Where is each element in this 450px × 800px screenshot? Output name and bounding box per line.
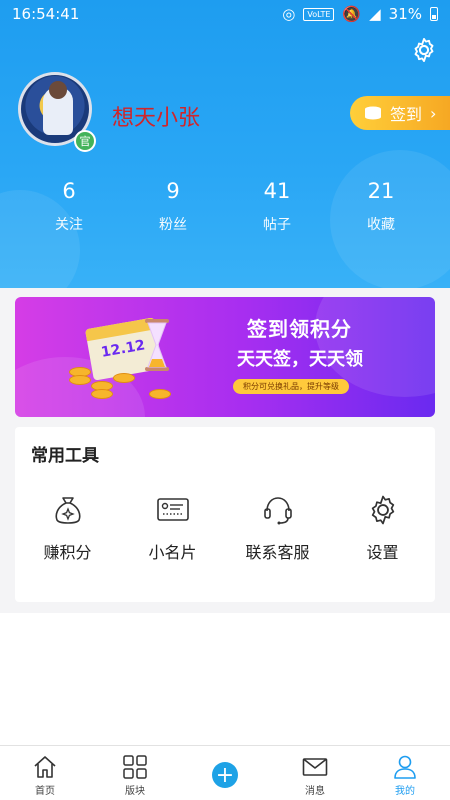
signal-icon: ◢ xyxy=(369,5,381,23)
grid-icon xyxy=(123,755,147,779)
stat-fans[interactable]: 9 粉丝 xyxy=(121,178,225,234)
checkin-button[interactable]: 签到 › xyxy=(350,96,450,130)
status-time: 16:54:41 xyxy=(12,5,80,23)
tool-business-card[interactable]: 小名片 xyxy=(120,493,225,563)
stat-label: 收藏 xyxy=(367,217,395,233)
tool-customer-service[interactable]: 联系客服 xyxy=(225,493,330,563)
coin-icon xyxy=(113,373,135,383)
username[interactable]: 想天小张 xyxy=(112,100,200,132)
nav-messages[interactable]: 消息 xyxy=(270,746,360,800)
nav-sections[interactable]: 版块 xyxy=(90,746,180,800)
tool-settings[interactable]: 设置 xyxy=(330,493,435,563)
bottom-nav: 首页 版块 + 消息 我的 xyxy=(0,745,450,800)
calendar-date: 12.12 xyxy=(99,337,147,361)
nav-post[interactable]: + xyxy=(180,746,270,800)
nav-mine[interactable]: 我的 xyxy=(360,746,450,800)
nav-label: 版块 xyxy=(125,786,145,797)
battery-icon xyxy=(430,7,438,21)
mail-icon xyxy=(302,758,328,776)
official-badge: 官 xyxy=(74,130,96,152)
stat-value: 41 xyxy=(263,179,291,203)
coin-icon xyxy=(91,389,113,399)
checkin-banner[interactable]: 12.12 签到领积分 天天签，天天领 积分可兑换礼品，提升等级 xyxy=(15,297,435,417)
gear-icon xyxy=(371,495,394,525)
tool-label: 设置 xyxy=(366,543,399,562)
user-icon xyxy=(394,755,416,779)
chevron-right-icon: › xyxy=(430,103,437,123)
money-bag-icon xyxy=(54,497,81,524)
stat-label: 关注 xyxy=(55,217,83,233)
plus-icon: + xyxy=(212,762,238,788)
stat-favorites[interactable]: 21 收藏 xyxy=(329,178,433,234)
coin-icon xyxy=(149,389,171,399)
coin-icon xyxy=(69,375,91,385)
banner-subtitle: 天天签，天天领 xyxy=(237,349,363,370)
stat-follow[interactable]: 6 关注 xyxy=(17,178,121,234)
hotspot-icon: ◎ xyxy=(282,5,296,23)
id-card-icon xyxy=(156,498,189,521)
profile-header: 16:54:41 ◎ VoLTE 🔕 ◢ 31% 官 想天小张 签到 › 6 关… xyxy=(0,0,450,288)
stat-value: 6 xyxy=(62,179,76,203)
stat-label: 粉丝 xyxy=(159,217,187,233)
tools-card: 常用工具 赚积分 小名片 联系客服 设置 xyxy=(15,427,435,602)
tool-label: 赚积分 xyxy=(43,543,92,562)
stat-posts[interactable]: 41 帖子 xyxy=(225,178,329,234)
hourglass-icon xyxy=(145,319,169,371)
status-bar: 16:54:41 ◎ VoLTE 🔕 ◢ 31% xyxy=(0,0,450,28)
headset-icon xyxy=(263,497,292,525)
nav-label: 消息 xyxy=(305,786,325,797)
tool-label: 联系客服 xyxy=(245,543,310,562)
checkin-label: 签到 xyxy=(390,105,423,124)
stats-row: 6 关注 9 粉丝 41 帖子 21 收藏 xyxy=(0,178,450,234)
stat-value: 21 xyxy=(367,179,395,203)
nav-home[interactable]: 首页 xyxy=(0,746,90,800)
tool-earn-points[interactable]: 赚积分 xyxy=(15,493,120,563)
nav-label: 首页 xyxy=(35,786,55,797)
banner-title: 签到领积分 xyxy=(247,317,352,341)
status-icons: ◎ VoLTE 🔕 ◢ 31% xyxy=(282,5,438,23)
stat-value: 9 xyxy=(166,179,180,203)
tools-row: 赚积分 小名片 联系客服 设置 xyxy=(15,493,435,563)
home-icon xyxy=(34,756,56,778)
settings-gear-icon[interactable] xyxy=(410,36,438,64)
banner-note: 积分可兑换礼品，提升等级 xyxy=(233,379,349,394)
tools-title: 常用工具 xyxy=(31,446,99,466)
coin-stack-icon xyxy=(365,106,381,120)
nav-label: 我的 xyxy=(395,786,415,797)
volte-icon: VoLTE xyxy=(303,7,335,21)
avatar-head xyxy=(49,81,67,99)
mute-icon: 🔕 xyxy=(342,5,362,23)
tool-label: 小名片 xyxy=(148,543,197,562)
battery-percent: 31% xyxy=(388,5,422,23)
stat-label: 帖子 xyxy=(263,217,291,233)
